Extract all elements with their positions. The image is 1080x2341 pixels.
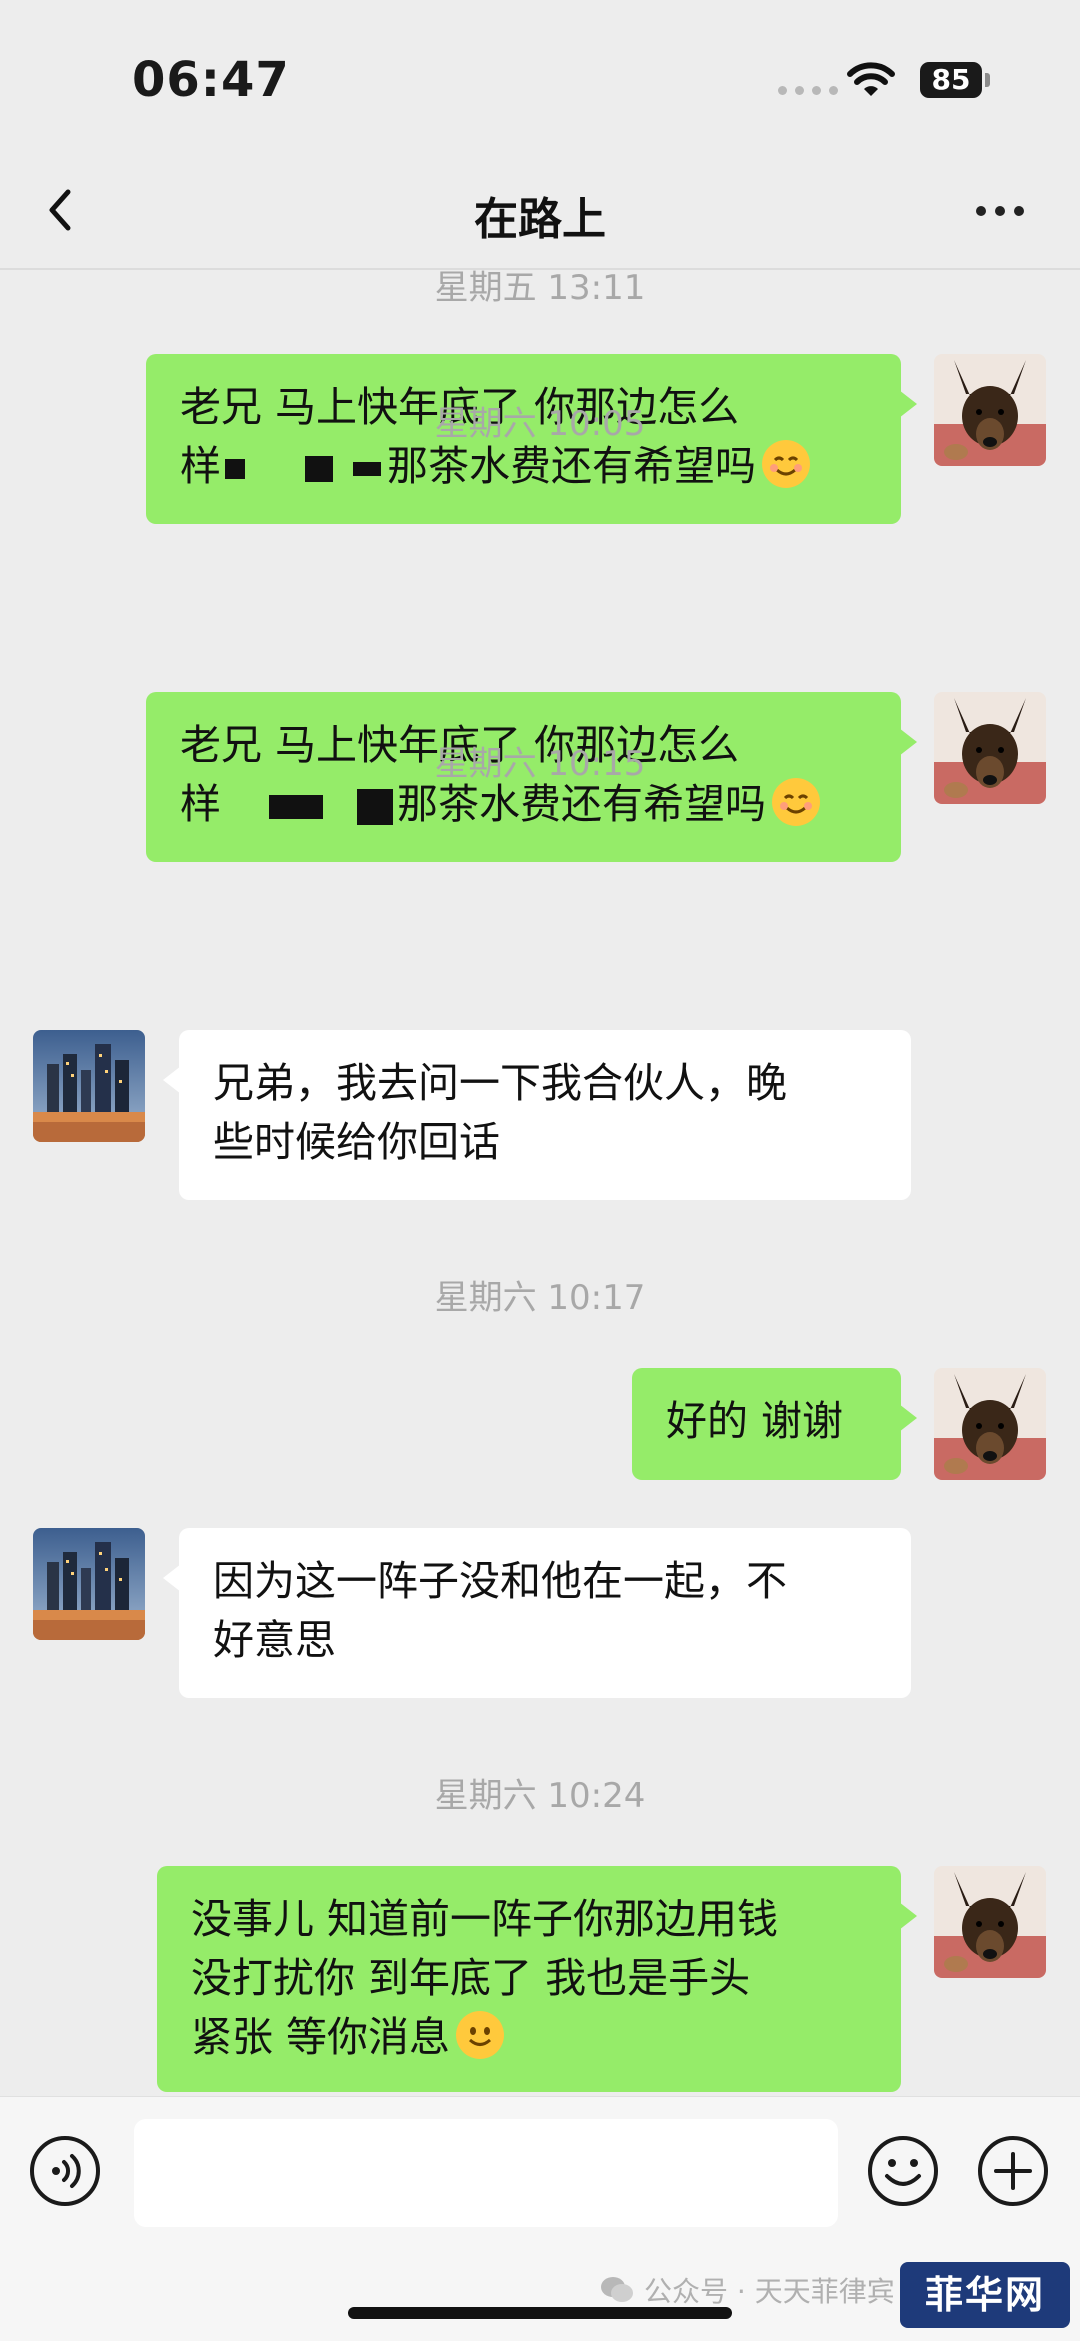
timestamp: 星期六 10:15: [434, 744, 646, 784]
message-text-line2: 些时候给你回话: [213, 1118, 500, 1166]
message-bubble-outgoing[interactable]: 没事儿 知道前一阵子你那边用钱 没打扰你 到年底了 我也是手头 紧张 等你消息: [157, 1866, 917, 2092]
dog-avatar-icon: [934, 1866, 1046, 1978]
message-text-line3: 紧张 等你消息: [191, 2008, 867, 2067]
dog-avatar-icon: [934, 1368, 1046, 1480]
chat-title: 在路上: [474, 194, 606, 245]
home-indicator[interactable]: [348, 2307, 732, 2319]
avatar-contact[interactable]: [33, 1030, 145, 1142]
plus-icon[interactable]: [976, 2134, 1050, 2208]
redaction-mark: [353, 462, 381, 476]
redaction-mark: [357, 789, 393, 825]
timestamp: 星期六 10:05: [434, 404, 646, 444]
voice-icon[interactable]: [28, 2134, 102, 2208]
avatar-contact[interactable]: [33, 1528, 145, 1640]
timestamp: 星期六 10:24: [434, 1776, 646, 1816]
smiling-face-emoji-icon: [762, 440, 810, 488]
avatar-self[interactable]: [934, 1866, 1046, 1978]
redaction-mark: [305, 456, 333, 482]
message-text: 好的 谢谢: [666, 1397, 844, 1445]
avatar-self[interactable]: [934, 1368, 1046, 1480]
message-bubble-outgoing[interactable]: 好的 谢谢: [632, 1368, 917, 1480]
signal-dots-icon: [778, 86, 838, 95]
message-text: 没事儿 知道前一阵子你那边用钱: [191, 1895, 779, 1943]
site-logo: 菲华网: [900, 2262, 1070, 2328]
battery-icon: 85: [920, 62, 982, 98]
nav-bar: 在路上: [0, 150, 1080, 270]
status-bar: 06:47 85: [0, 0, 1080, 150]
message-bubble-incoming[interactable]: 因为这一阵子没和他在一起，不 好意思: [163, 1528, 911, 1698]
message-text: 因为这一阵子没和他在一起，不: [213, 1557, 787, 1605]
city-avatar-icon: [33, 1030, 145, 1142]
chat-area[interactable]: 星期五 13:11 老兄 马上快年底了 你那边怎么 样那茶水费还有希望吗 星期六…: [0, 270, 1080, 2096]
message-input[interactable]: [134, 2119, 838, 2227]
smiling-face-emoji-icon: [456, 2011, 505, 2059]
watermark: 公众号 · 天天菲律宾: [600, 2270, 895, 2310]
redaction-mark: [269, 795, 323, 819]
redaction-mark: [225, 459, 245, 479]
message-bubble-incoming[interactable]: 兄弟，我去问一下我合伙人，晚 些时候给你回话: [163, 1030, 911, 1200]
message-text: 兄弟，我去问一下我合伙人，晚: [213, 1059, 787, 1107]
wechat-logo-icon: [601, 2277, 633, 2302]
battery-cap: [985, 73, 990, 87]
watermark-text: 公众号 · 天天菲律宾: [644, 2275, 895, 2308]
timestamp: 星期五 13:11: [434, 270, 646, 308]
message-text-line2: 好意思: [213, 1616, 336, 1664]
status-time: 06:47: [132, 52, 290, 108]
wifi-icon: [847, 62, 895, 96]
message-text-line2: 没打扰你 到年底了 我也是手头: [191, 1954, 751, 2002]
message-text-line2: 样那茶水费还有希望吗: [180, 437, 867, 496]
timestamp: 星期六 10:17: [434, 1278, 646, 1318]
more-dots-icon[interactable]: [976, 206, 1024, 216]
city-avatar-icon: [33, 1528, 145, 1640]
emoji-icon[interactable]: [866, 2134, 940, 2208]
